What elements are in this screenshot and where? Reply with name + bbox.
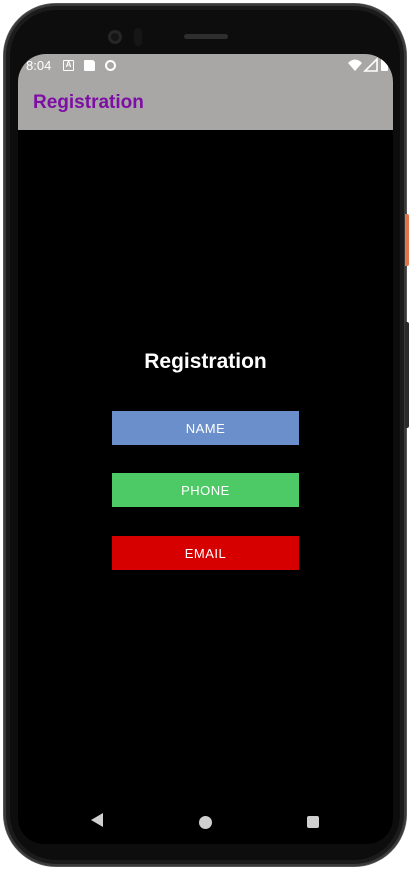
wifi-icon [348,59,362,71]
home-icon[interactable] [199,816,212,829]
email-button[interactable]: EMAIL [112,536,299,570]
volume-button[interactable] [405,322,409,428]
status-bar: 8:04 A [18,54,393,78]
page-heading: Registration [144,350,267,373]
battery-icon [381,59,388,71]
a-notification-icon: A [63,60,74,71]
front-camera [108,30,122,44]
sync-icon [105,60,116,71]
phone-button[interactable]: PHONE [112,473,299,507]
cell-signal-icon [363,57,378,72]
status-right-icons [348,57,388,72]
proximity-sensor [134,28,142,46]
back-icon[interactable] [90,812,104,828]
app-title: Registration [33,92,144,113]
navigation-bar [18,798,393,844]
recent-apps-icon[interactable] [307,816,319,828]
earpiece-speaker [184,34,228,39]
screen: 8:04 A Registration Registration NAME PH… [18,54,393,844]
power-button[interactable] [405,214,409,266]
main-content: Registration NAME PHONE EMAIL [18,130,393,780]
app-bar: Registration [18,78,393,130]
sd-card-icon [84,60,95,71]
name-button[interactable]: NAME [112,411,299,445]
status-time: 8:04 [26,58,52,73]
